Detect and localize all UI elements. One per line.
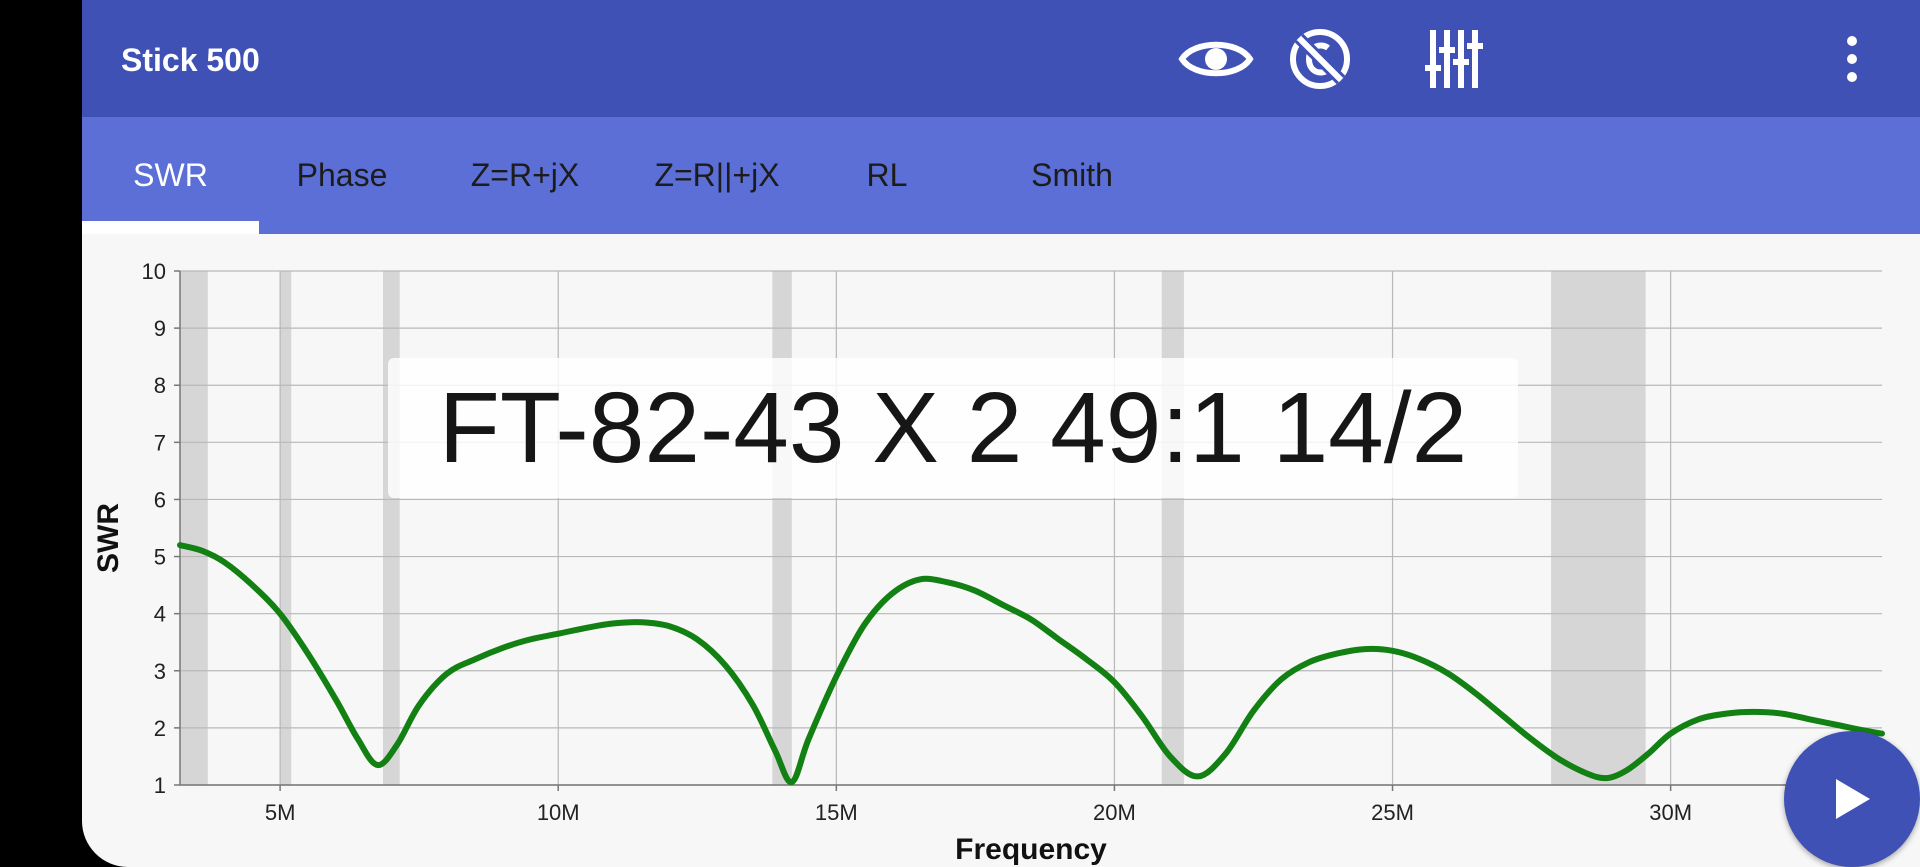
tab-phase[interactable]: Phase	[277, 117, 407, 234]
x-tick-label: 15M	[815, 800, 858, 825]
x-tick-label: 25M	[1371, 800, 1414, 825]
tab-z-series[interactable]: Z=R+jX	[445, 117, 605, 234]
app-title: Stick 500	[121, 42, 260, 78]
tab-bar: SWR Phase Z=R+jX Z=R||+jX RL Smith	[82, 117, 1920, 234]
y-tick-label: 7	[154, 430, 166, 455]
ham-band-shade	[1161, 271, 1184, 785]
y-axis-title: SWR	[92, 503, 125, 573]
ham-band-shade	[1551, 271, 1646, 785]
x-tick-label: 30M	[1649, 800, 1692, 825]
chart-title: FT-82-43 X 2 49:1 14/2	[388, 358, 1518, 498]
ham-band-shade	[772, 271, 792, 785]
y-tick-label: 1	[154, 773, 166, 798]
y-tick-label: 9	[154, 316, 166, 341]
x-axis-title: Frequency	[955, 833, 1107, 866]
x-tick-label: 5M	[265, 800, 296, 825]
x-tick-label: 10M	[537, 800, 580, 825]
tab-rl[interactable]: RL	[842, 117, 932, 234]
tab-z-parallel[interactable]: Z=R||+jX	[627, 117, 807, 234]
ham-band-shade	[280, 271, 292, 785]
tab-smith[interactable]: Smith	[1002, 117, 1142, 234]
app-screen: Stick 500 SWR Phase Z=R+jX Z=R||+jX RL S…	[82, 0, 1920, 867]
y-tick-label: 10	[142, 259, 166, 284]
y-tick-label: 4	[154, 602, 166, 627]
ham-band-shade	[180, 271, 208, 785]
y-tick-label: 6	[154, 487, 166, 512]
y-tick-label: 5	[154, 545, 166, 570]
chart-svg: 1 2 3 4 5 6 7 8 9 10 5M 10M 15M 20M 25M 30M Frequency SWR	[92, 259, 1885, 866]
ham-band-shade	[383, 271, 400, 785]
no-calibration-icon[interactable]	[1282, 26, 1358, 92]
more-vert-icon[interactable]	[1830, 26, 1874, 92]
active-tab-indicator	[82, 221, 259, 234]
swr-chart[interactable]: 1 2 3 4 5 6 7 8 9 10 5M 10M 15M 20M 25M 30M Frequency SWR…	[82, 234, 1920, 867]
y-tick-label: 3	[154, 659, 166, 684]
y-tick-label: 8	[154, 373, 166, 398]
sliders-icon[interactable]	[1416, 26, 1492, 92]
eye-icon[interactable]	[1178, 26, 1254, 92]
x-tick-label: 20M	[1093, 800, 1136, 825]
tab-swr[interactable]: SWR	[82, 117, 259, 234]
app-bar: Stick 500	[82, 0, 1920, 117]
play-icon	[1836, 779, 1870, 819]
play-button[interactable]	[1784, 731, 1920, 867]
y-tick-label: 2	[154, 716, 166, 741]
